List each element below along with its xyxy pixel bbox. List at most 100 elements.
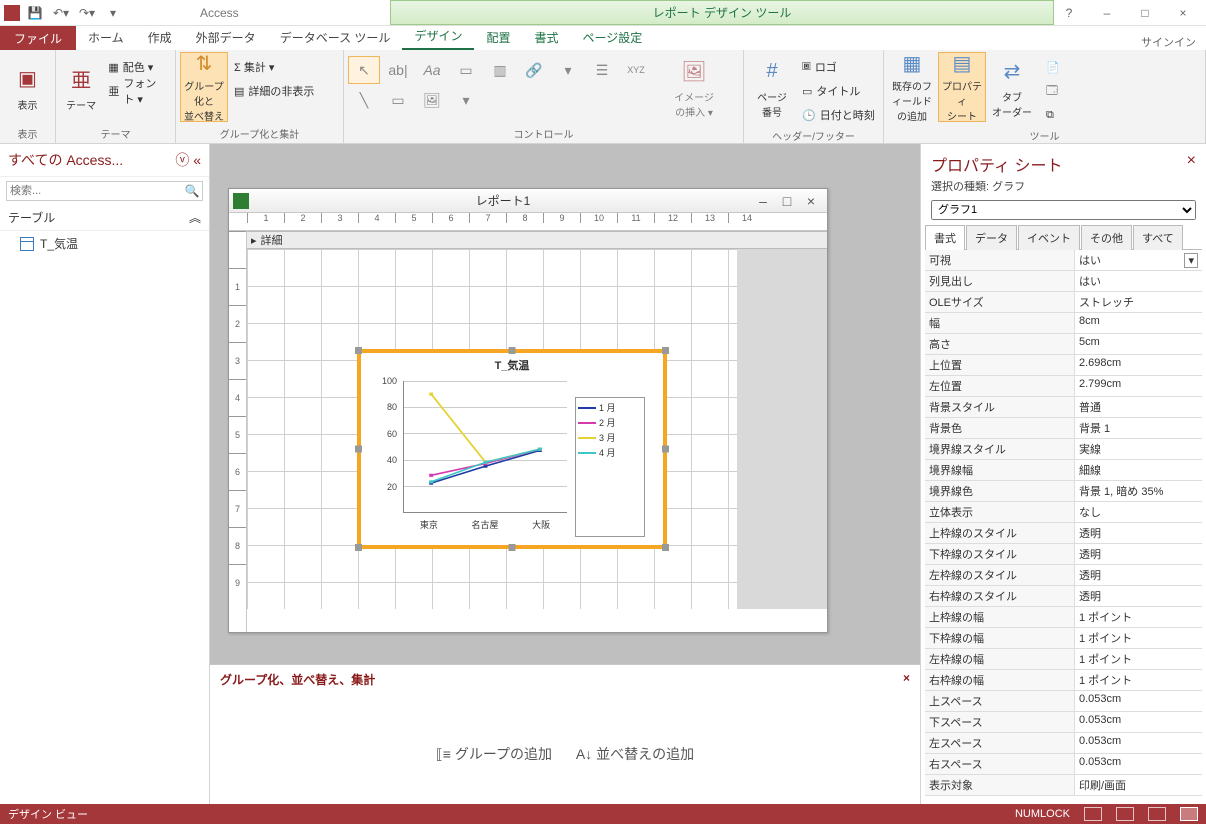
horizontal-ruler[interactable]: 1234567891011121314 <box>229 213 827 231</box>
prop-row[interactable]: 高さ5cm <box>925 334 1202 355</box>
textbox-control-icon[interactable]: ab| <box>382 56 414 84</box>
view-print-icon[interactable] <box>1116 807 1134 821</box>
more-controls-icon[interactable]: ▾ <box>450 86 482 114</box>
design-canvas[interactable]: ▸詳細 T_気温 204060801 <box>247 231 827 632</box>
search-icon[interactable]: 🔍 <box>182 184 202 198</box>
view-layout-icon[interactable] <box>1148 807 1166 821</box>
section-detail[interactable]: ▸詳細 <box>247 231 827 249</box>
prop-row[interactable]: 左枠線の幅1 ポイント <box>925 649 1202 670</box>
signin-link[interactable]: サインイン <box>1141 34 1206 50</box>
nav-search[interactable]: 🔍 <box>6 181 203 201</box>
prop-tab-other[interactable]: その他 <box>1081 225 1132 250</box>
fonts-button[interactable]: 亜フォント ▾ <box>104 80 171 102</box>
view-report-icon[interactable] <box>1084 807 1102 821</box>
view-design-icon[interactable] <box>1180 807 1198 821</box>
prop-row[interactable]: 左枠線のスタイル透明 <box>925 565 1202 586</box>
prop-row[interactable]: 下スペース0.053cm <box>925 712 1202 733</box>
tab-control-icon[interactable]: ▥ <box>484 56 516 84</box>
pane-close-icon[interactable]: × <box>903 671 910 688</box>
prop-row[interactable]: 下枠線の幅1 ポイント <box>925 628 1202 649</box>
nav-title[interactable]: すべての Access... <box>8 150 123 170</box>
tab-format[interactable]: 書式 <box>522 25 570 50</box>
line-control-icon[interactable]: ╲ <box>348 86 380 114</box>
search-input[interactable] <box>7 182 182 200</box>
xyz-control-icon[interactable]: XYZ <box>620 56 652 84</box>
hide-details-button[interactable]: ▤詳細の非表示 <box>230 80 318 102</box>
doc-close-button[interactable]: × <box>799 193 823 209</box>
view-button[interactable]: ▣表示 <box>4 52 51 122</box>
group-sort-button[interactable]: ⇅グループ化と 並べ替え <box>180 52 228 122</box>
prop-row[interactable]: 右枠線のスタイル透明 <box>925 586 1202 607</box>
prop-row[interactable]: 上枠線の幅1 ポイント <box>925 607 1202 628</box>
doc-max-button[interactable]: □ <box>775 193 799 209</box>
minimize-button[interactable]: – <box>1092 3 1122 23</box>
prop-row[interactable]: 境界線色背景 1, 暗め 35% <box>925 481 1202 502</box>
page-number-button[interactable]: #ページ 番号 <box>748 52 796 122</box>
link-control-icon[interactable]: 🔗 <box>518 56 550 84</box>
prop-row[interactable]: 可視はい▾ <box>925 250 1202 271</box>
prop-row[interactable]: 上位置2.698cm <box>925 355 1202 376</box>
add-sort-button[interactable]: A↓ 並べ替えの追加 <box>576 746 694 762</box>
tab-file[interactable]: ファイル <box>0 26 76 50</box>
close-button[interactable]: × <box>1168 3 1198 23</box>
tab-dbtools[interactable]: データベース ツール <box>268 25 403 50</box>
title-button[interactable]: ▭タイトル <box>798 80 879 102</box>
qat-redo-icon[interactable]: ↷▾ <box>76 2 98 24</box>
logo-button[interactable]: 🞖ロゴ <box>798 56 879 78</box>
add-group-button[interactable]: ⟦≡ グループの追加 <box>436 746 552 762</box>
controls-gallery[interactable]: ↖ ab| Aa ▭ ▥ 🔗 ▾ ☰ XYZ ╲ ▭ 🖼 ▾ <box>348 52 668 114</box>
totals-button[interactable]: Σ 集計 ▾ <box>230 56 318 78</box>
tab-pagesetup[interactable]: ページ設定 <box>570 25 654 50</box>
chart-object[interactable]: T_気温 20406080100 東京名古屋大阪 1 月2 月3 月4 月 <box>357 349 667 549</box>
qat-customize-icon[interactable]: ▾ <box>102 2 124 24</box>
prop-row[interactable]: 境界線スタイル実線 <box>925 439 1202 460</box>
image-control-icon[interactable]: 🖼 <box>416 86 448 114</box>
button-control-icon[interactable]: ▭ <box>450 56 482 84</box>
doc-min-button[interactable]: – <box>751 193 775 209</box>
prop-tab-format[interactable]: 書式 <box>925 225 965 250</box>
qat-save-icon[interactable]: 💾 <box>24 2 46 24</box>
prop-tab-event[interactable]: イベント <box>1018 225 1080 250</box>
prop-row[interactable]: 左スペース0.053cm <box>925 733 1202 754</box>
property-grid[interactable]: 可視はい▾列見出しはいOLEサイズストレッチ幅8cm高さ5cm上位置2.698c… <box>925 250 1202 804</box>
property-sheet-button[interactable]: ▤プロパティ シート <box>938 52 986 122</box>
prop-row[interactable]: 境界線幅細線 <box>925 460 1202 481</box>
prop-row[interactable]: 立体表示なし <box>925 502 1202 523</box>
prop-row[interactable]: 表示対象印刷/画面 <box>925 775 1202 796</box>
detail-grid[interactable]: T_気温 20406080100 東京名古屋大阪 1 月2 月3 月4 月 <box>247 249 827 609</box>
section-toggle-icon[interactable]: ▸ <box>251 234 257 247</box>
tab-order-button[interactable]: ⇄タブ オーダー <box>988 52 1036 122</box>
list-control-icon[interactable]: ☰ <box>586 56 618 84</box>
propsheet-close-icon[interactable]: × <box>1187 152 1196 176</box>
rect-control-icon[interactable]: ▭ <box>382 86 414 114</box>
prop-row[interactable]: 上スペース0.053cm <box>925 691 1202 712</box>
maximize-button[interactable]: □ <box>1130 3 1160 23</box>
qat-undo-icon[interactable]: ↶▾ <box>50 2 72 24</box>
add-existing-fields-button[interactable]: ▦既存のフィールド の追加 <box>888 52 936 122</box>
prop-row[interactable]: 背景色背景 1 <box>925 418 1202 439</box>
prop-tab-data[interactable]: データ <box>966 225 1017 250</box>
tab-design[interactable]: デザイン <box>402 23 474 50</box>
prop-row[interactable]: 左位置2.799cm <box>925 376 1202 397</box>
prop-row[interactable]: 背景スタイル普通 <box>925 397 1202 418</box>
tab-arrange[interactable]: 配置 <box>474 25 522 50</box>
theme-button[interactable]: 亜テーマ <box>60 52 102 122</box>
datetime-button[interactable]: 🕒日付と時刻 <box>798 104 879 126</box>
prop-row[interactable]: 上枠線のスタイル透明 <box>925 523 1202 544</box>
nav-item-t-kion[interactable]: T_気温 <box>0 231 209 256</box>
collapse-icon[interactable]: ︽ <box>189 209 201 226</box>
prop-row[interactable]: OLEサイズストレッチ <box>925 292 1202 313</box>
tools-extra1[interactable]: 📄 <box>1042 56 1064 78</box>
insert-image-button[interactable]: 🖼イメージ の挿入 ▾ <box>670 52 718 122</box>
help-button[interactable]: ? <box>1054 3 1084 23</box>
tools-extra3[interactable]: ⧉ <box>1042 104 1064 126</box>
label-control-icon[interactable]: Aa <box>416 56 448 84</box>
vertical-ruler[interactable]: 123456789 <box>229 231 247 632</box>
tab-external[interactable]: 外部データ <box>184 25 268 50</box>
tools-extra2[interactable]: 🗔 <box>1042 80 1064 102</box>
select-control-icon[interactable]: ↖ <box>348 56 380 84</box>
prop-row[interactable]: 下枠線のスタイル透明 <box>925 544 1202 565</box>
nav-dropdown-icon[interactable]: ⓥ « <box>175 150 201 170</box>
tab-create[interactable]: 作成 <box>136 25 184 50</box>
propsheet-selector[interactable]: グラフ1 <box>931 200 1196 220</box>
